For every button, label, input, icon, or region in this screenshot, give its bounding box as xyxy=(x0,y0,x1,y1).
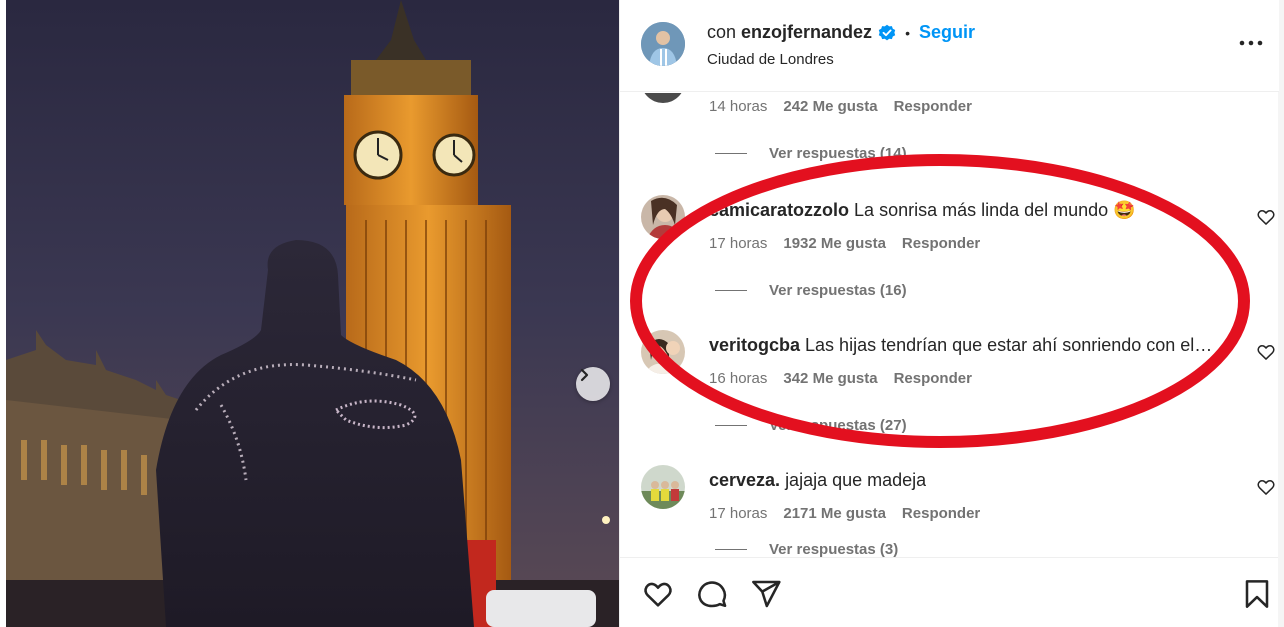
heart-icon xyxy=(644,582,672,607)
bookmark-icon xyxy=(1245,580,1269,608)
comment-like-icon[interactable] xyxy=(1256,207,1276,227)
avatar-image xyxy=(641,22,685,66)
comment-time: 16 horas xyxy=(709,370,768,387)
separator-dot: • xyxy=(905,24,910,41)
comment-button[interactable] xyxy=(695,577,729,611)
comment-like-icon[interactable] xyxy=(1256,477,1276,497)
author-line: con enzojfernandez • Seguir xyxy=(707,22,975,43)
comments-list[interactable]: 14 horas 242 Me gusta Responder Ver resp… xyxy=(620,93,1279,557)
comment-text: veritogcba Las hijas tendrían que estar a… xyxy=(709,335,1212,356)
follow-button[interactable]: Seguir xyxy=(919,22,975,43)
post-action-bar xyxy=(620,557,1279,627)
view-replies-label: Ver respuestas (27) xyxy=(769,417,907,434)
reply-button[interactable]: Responder xyxy=(894,370,972,387)
view-replies-button[interactable]: Ver respuestas (14) xyxy=(715,145,907,162)
commenter-username[interactable]: cerveza. xyxy=(709,470,780,490)
commenter-avatar[interactable] xyxy=(641,93,685,103)
reply-button[interactable]: Responder xyxy=(894,98,972,115)
comment-icon xyxy=(698,581,727,608)
save-button[interactable] xyxy=(1240,577,1274,611)
commenter-avatar[interactable] xyxy=(641,330,685,374)
commenter-avatar[interactable] xyxy=(641,195,685,239)
send-icon xyxy=(752,580,781,608)
comment-body: Las hijas tendrían que estar ahí sonrien… xyxy=(805,335,1213,355)
view-replies-label: Ver respuestas (3) xyxy=(769,541,899,557)
replies-divider xyxy=(715,425,747,426)
commenter-username[interactable]: veritogcba xyxy=(709,335,800,355)
comment-meta: 16 horas 342 Me gusta Responder xyxy=(709,370,972,387)
reply-button[interactable]: Responder xyxy=(902,235,980,252)
author-avatar[interactable] xyxy=(641,22,685,66)
post-header: con enzojfernandez • Seguir Ciudad de Lo… xyxy=(620,0,1279,92)
collab-prefix: con xyxy=(707,22,737,42)
comment-body: La sonrisa más linda del mundo 🤩 xyxy=(854,200,1136,220)
comment-body: jajaja que madeja xyxy=(785,470,927,490)
page-scrollbar[interactable] xyxy=(1278,0,1284,627)
chevron-right-icon xyxy=(580,368,589,382)
view-replies-label: Ver respuestas (14) xyxy=(769,145,907,162)
replies-divider xyxy=(715,549,747,550)
commenter-username[interactable]: camicaratozzolo xyxy=(709,200,849,220)
photo-illustration xyxy=(6,0,619,627)
comment-meta: 14 horas 242 Me gusta Responder xyxy=(709,98,972,115)
comment-meta: 17 horas 2171 Me gusta Responder xyxy=(709,505,980,522)
view-replies-button[interactable]: Ver respuestas (27) xyxy=(715,417,907,434)
verified-badge-icon xyxy=(878,24,896,42)
reply-button[interactable]: Responder xyxy=(902,505,980,522)
comment-likes[interactable]: 342 Me gusta xyxy=(783,370,877,387)
comment-text: camicaratozzolo La sonrisa más linda del … xyxy=(709,200,1136,221)
carousel-next-button[interactable] xyxy=(576,367,610,401)
post-photo[interactable] xyxy=(6,0,619,627)
replies-divider xyxy=(715,153,747,154)
author-username[interactable]: enzojfernandez xyxy=(741,22,872,43)
view-replies-label: Ver respuestas (16) xyxy=(769,282,907,299)
comment-like-icon[interactable] xyxy=(1256,342,1276,362)
comment-likes[interactable]: 1932 Me gusta xyxy=(783,235,886,252)
comment-likes[interactable]: 2171 Me gusta xyxy=(783,505,886,522)
post-location[interactable]: Ciudad de Londres xyxy=(707,51,834,68)
like-button[interactable] xyxy=(641,577,675,611)
view-replies-button[interactable]: Ver respuestas (3) xyxy=(715,541,898,557)
avatar-image xyxy=(641,465,685,509)
comment-time: 14 horas xyxy=(709,98,768,115)
avatar-image xyxy=(641,330,685,374)
comment-meta: 17 horas 1932 Me gusta Responder xyxy=(709,235,980,252)
comment-likes[interactable]: 242 Me gusta xyxy=(783,98,877,115)
more-horizontal-icon xyxy=(1239,40,1263,46)
comment-time: 17 horas xyxy=(709,505,768,522)
post-side-panel: con enzojfernandez • Seguir Ciudad de Lo… xyxy=(619,0,1279,627)
share-button[interactable] xyxy=(749,577,783,611)
comment-time: 17 horas xyxy=(709,235,768,252)
commenter-avatar[interactable] xyxy=(641,465,685,509)
avatar-image xyxy=(641,195,685,239)
replies-divider xyxy=(715,290,747,291)
comment-text: cerveza. jajaja que madeja xyxy=(709,470,926,491)
more-options-button[interactable] xyxy=(1236,28,1266,58)
view-replies-button[interactable]: Ver respuestas (16) xyxy=(715,282,907,299)
